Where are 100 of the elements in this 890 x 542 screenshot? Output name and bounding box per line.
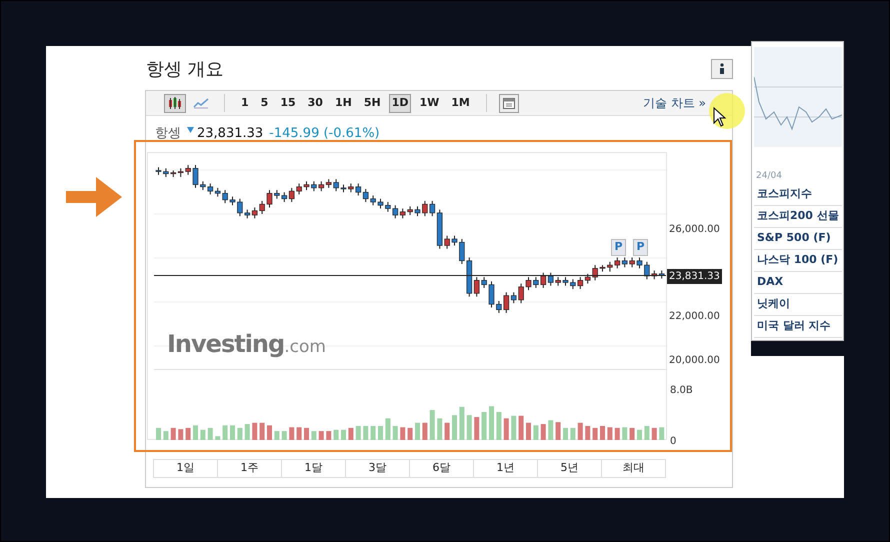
bar bbox=[200, 430, 206, 440]
bar bbox=[252, 422, 258, 440]
bar bbox=[578, 422, 583, 440]
interval-button[interactable]: 5H bbox=[360, 94, 385, 112]
bar bbox=[230, 425, 235, 440]
technical-chart-link[interactable]: 기술 차트 » bbox=[643, 94, 706, 112]
event-marker[interactable]: P bbox=[633, 239, 648, 256]
candlestick bbox=[510, 292, 516, 304]
info-icon bbox=[717, 63, 727, 75]
bar bbox=[459, 406, 464, 440]
interval-button[interactable]: 1W bbox=[415, 94, 444, 112]
bar bbox=[348, 428, 354, 440]
index-link[interactable]: 나스닥 100 (F) bbox=[754, 250, 842, 272]
candlestick bbox=[474, 276, 480, 298]
bar bbox=[378, 426, 383, 440]
bar bbox=[326, 431, 332, 440]
bar bbox=[156, 428, 161, 440]
quote-price: 23,831.33 bbox=[197, 125, 264, 143]
bar bbox=[548, 420, 554, 440]
bar bbox=[570, 428, 576, 440]
bar bbox=[444, 422, 450, 440]
event-marker[interactable]: P bbox=[611, 239, 626, 256]
candlestick bbox=[288, 187, 294, 203]
bar bbox=[267, 425, 272, 440]
range-button[interactable]: 최대 bbox=[601, 459, 666, 478]
bar bbox=[637, 430, 642, 440]
bar bbox=[437, 418, 442, 440]
candlestick bbox=[362, 188, 368, 203]
page-title: 항셍 개요 bbox=[146, 58, 224, 82]
down-arrow-icon bbox=[187, 126, 194, 133]
current-price-label: 23,831.33 bbox=[667, 269, 722, 284]
info-button[interactable] bbox=[711, 59, 733, 79]
interval-button[interactable]: 5 bbox=[256, 94, 272, 112]
candlestick bbox=[578, 276, 584, 290]
bar bbox=[208, 428, 213, 440]
bar bbox=[385, 418, 390, 440]
window-icon bbox=[502, 98, 515, 108]
range-button[interactable]: 1달 bbox=[281, 459, 346, 478]
candlestick bbox=[282, 192, 288, 203]
interval-button[interactable]: 30 bbox=[304, 94, 327, 112]
index-link[interactable]: 미국 달러 지수 bbox=[754, 316, 842, 338]
bar bbox=[644, 426, 650, 440]
candlestick bbox=[356, 183, 362, 196]
interval-button[interactable]: 1H bbox=[330, 94, 356, 112]
bar bbox=[415, 422, 420, 440]
candlestick bbox=[614, 256, 620, 269]
bar bbox=[222, 425, 228, 440]
interval-button[interactable]: 1D bbox=[388, 94, 412, 112]
candlestick-button[interactable] bbox=[164, 94, 186, 112]
volume-axis-label: 0 bbox=[670, 435, 676, 449]
axis-label: 22,000.00 bbox=[669, 310, 720, 324]
bar bbox=[334, 430, 339, 440]
bar bbox=[452, 415, 457, 440]
candlestick bbox=[430, 200, 436, 217]
candlestick-icon bbox=[168, 96, 182, 110]
bar bbox=[304, 428, 309, 440]
bar bbox=[193, 425, 198, 440]
index-link[interactable]: 코스피지수 bbox=[754, 184, 842, 206]
logo-suffix: .com bbox=[284, 336, 326, 359]
bar bbox=[600, 426, 605, 440]
bar bbox=[607, 427, 612, 440]
bar bbox=[296, 427, 302, 440]
candlestick bbox=[548, 272, 554, 286]
bar bbox=[526, 422, 531, 440]
bar bbox=[540, 424, 546, 440]
cursor-icon bbox=[713, 107, 726, 127]
bar bbox=[652, 428, 657, 440]
bar bbox=[408, 428, 413, 440]
interval-button[interactable]: 15 bbox=[276, 94, 300, 112]
range-button[interactable]: 5년 bbox=[537, 459, 602, 478]
bar bbox=[622, 427, 628, 440]
index-link[interactable]: 닛케이 bbox=[754, 294, 842, 316]
bar bbox=[511, 416, 516, 440]
bar bbox=[311, 431, 316, 440]
index-link[interactable]: DAX bbox=[754, 272, 842, 294]
bar bbox=[430, 410, 435, 440]
interval-button[interactable]: 1 bbox=[237, 94, 253, 112]
layout-button[interactable] bbox=[498, 94, 519, 112]
range-button[interactable]: 1년 bbox=[473, 459, 538, 478]
candlestick bbox=[400, 208, 406, 219]
bar bbox=[237, 428, 242, 440]
range-button[interactable]: 3달 bbox=[345, 459, 410, 478]
candlestick bbox=[504, 292, 510, 314]
bar bbox=[585, 426, 590, 440]
volume-axis-label: 8.0B bbox=[670, 384, 693, 398]
index-link[interactable]: 코스피200 선물 bbox=[754, 206, 842, 228]
interval-button[interactable]: 1M bbox=[447, 94, 474, 112]
quote-name: 항셍 bbox=[155, 125, 181, 143]
arrow-icon bbox=[66, 177, 122, 217]
range-button[interactable]: 6달 bbox=[409, 459, 474, 478]
candlestick bbox=[584, 273, 590, 284]
index-link[interactable]: S&P 500 (F) bbox=[754, 228, 842, 250]
bar bbox=[260, 422, 265, 440]
candlestick bbox=[318, 180, 324, 192]
bar bbox=[282, 431, 287, 440]
candlestick bbox=[208, 183, 214, 195]
range-button[interactable]: 1일 bbox=[153, 459, 218, 478]
range-button[interactable]: 1주 bbox=[217, 459, 282, 478]
bar bbox=[370, 426, 376, 440]
axis-label: 26,000.00 bbox=[669, 223, 720, 238]
